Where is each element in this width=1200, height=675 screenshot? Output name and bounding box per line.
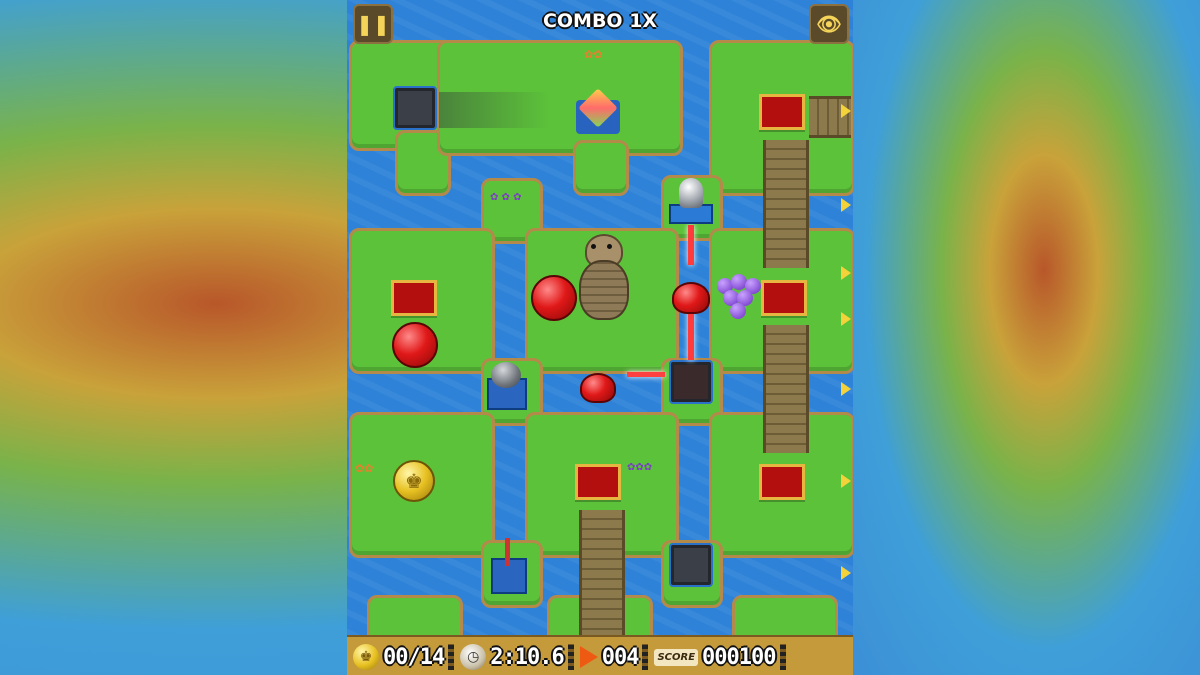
grapes-fruit[interactable] [717,270,761,322]
red-ball[interactable] [392,322,438,368]
score-counter: SCORE 000100 [654,644,777,670]
red-carpet-target [761,280,807,316]
bonus-tile[interactable] [576,88,620,134]
red-half-ball[interactable] [580,373,616,403]
red-half-ball[interactable] [672,282,710,314]
hud-divider [567,644,574,670]
crate-slide-trail [439,92,549,128]
edge-arrow [841,382,851,396]
island-top-middle-stem [573,140,629,196]
edge-arrow [841,104,851,118]
game-board: ♚ ✿✿ ✿✿ ✿ ✿ ✿ ✿✿✿ ❚❚ COMBO 1X 👁 ♚ 00/14 … [347,0,853,675]
timer: ◷ 2:10.6 [460,644,565,670]
coin-icon: ♚ [353,644,379,670]
wooden-bridge [763,325,809,453]
gold-coin[interactable]: ♚ [393,460,435,502]
eye-icon: 👁 [816,12,842,36]
red-carpet-target [575,464,621,500]
hud-bar: ♚ 00/14 ◷ 2:10.6 004 SCORE 000100 [347,635,853,675]
armadillo-character[interactable] [575,234,629,320]
score-label: SCORE [654,648,699,666]
coin-counter: ♚ 00/14 [353,644,445,670]
blurred-background-right [853,0,1200,675]
coin-count: 00/14 [383,644,445,670]
wooden-bridge [763,140,809,268]
stone-crate[interactable] [669,360,713,404]
edge-arrow [841,198,851,212]
clock-icon: ◷ [460,644,487,670]
move-counter: 004 [579,644,640,670]
edge-arrow [841,474,851,488]
wooden-bridge [579,510,625,638]
red-ball[interactable] [531,275,577,321]
laser-cannon[interactable] [485,362,529,412]
flowers-decoration: ✿ ✿ ✿ [490,192,522,203]
red-carpet-target [759,464,805,500]
stone-crate[interactable] [669,543,713,587]
combo-label: COMBO 1X [542,10,658,32]
laser-beam [688,225,694,265]
edge-arrow [841,266,851,280]
red-carpet-target [391,280,437,316]
edge-arrow [841,312,851,326]
play-icon [579,646,598,668]
laser-cannon[interactable] [669,178,713,224]
hud-divider [779,644,786,670]
timer-value: 2:10.6 [490,644,564,670]
flowers-decoration: ✿✿✿ [627,462,653,473]
plunger-device[interactable] [487,538,531,596]
edge-arrow [841,566,851,580]
flowers-decoration: ✿✿ [584,48,603,61]
hud-divider [448,644,455,670]
laser-beam [627,372,665,377]
red-carpet-target [759,94,805,130]
moves-value: 004 [601,644,640,670]
stone-crate[interactable] [393,86,437,130]
view-button[interactable]: 👁 [809,4,849,44]
laser-beam [688,312,694,360]
hud-divider [642,644,649,670]
score-value: 000100 [702,644,776,670]
flowers-decoration: ✿✿ [355,462,374,475]
